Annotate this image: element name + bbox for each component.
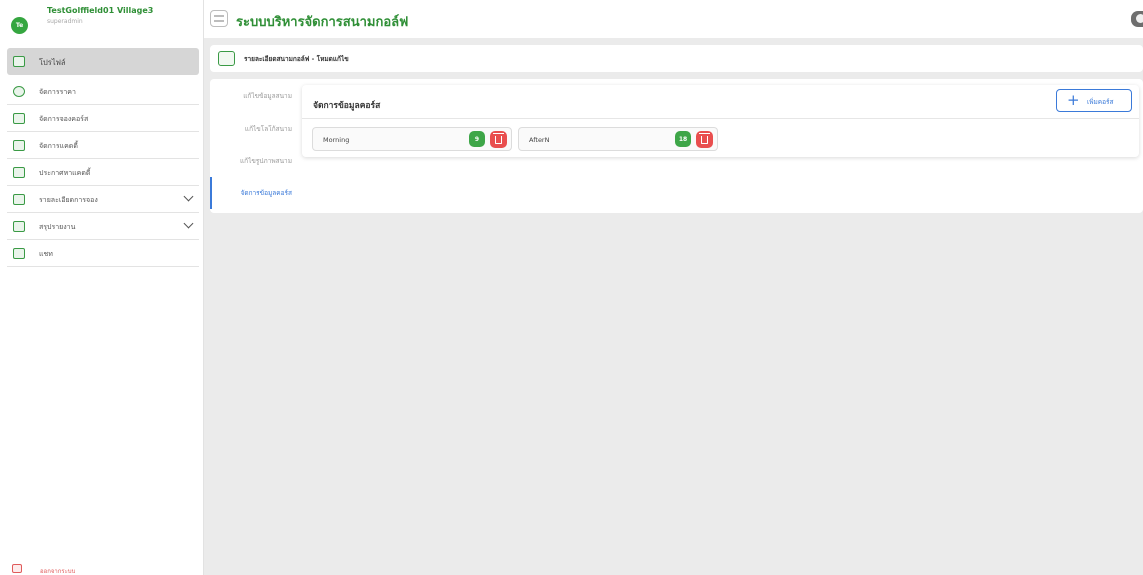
group-icon [13, 140, 25, 151]
user-name: TestGolffield01 Village3 [47, 6, 154, 15]
tab-course-data[interactable]: จัดการข้อมูลคอร์ส [210, 177, 300, 209]
sidebar-item-booking-details[interactable]: รายละเอียดการจอง [7, 186, 199, 213]
divider [302, 118, 1139, 119]
user-role: superadmin [47, 18, 83, 25]
delete-course-button[interactable] [490, 131, 507, 148]
course-count-badge[interactable]: 18 [675, 131, 691, 147]
sidebar-item-label: โปรไฟล์ [39, 58, 66, 67]
logout-icon [12, 564, 22, 573]
course-item[interactable]: AfterN 18 [518, 127, 718, 151]
plus-icon: + [1067, 91, 1080, 109]
delete-course-button[interactable] [696, 131, 713, 148]
tab-field-info[interactable]: แก้ไขข้อมูลสนาม [210, 91, 300, 105]
sidebar-item-label: จัดการจองคอร์ส [39, 115, 89, 123]
add-course-button[interactable]: + เพิ่มคอร์ส [1056, 89, 1132, 112]
sidebar-item-profile[interactable]: โปรไฟล์ [7, 48, 199, 75]
header: ระบบบริหารจัดการสนามกอล์ฟ [204, 0, 1143, 38]
app-title: ระบบบริหารจัดการสนามกอล์ฟ [236, 15, 409, 30]
chat-icon [13, 248, 25, 259]
menu-icon[interactable] [210, 10, 228, 27]
sidebar-item-label: จัดการแคดดี้ [39, 142, 78, 150]
dollar-icon [13, 86, 25, 97]
profile-card-icon [13, 56, 25, 67]
main-panel: แก้ไขข้อมูลสนาม แก้ไขโลโก้สนาม แก้ไขรูปภ… [210, 79, 1143, 213]
course-card: จัดการข้อมูลคอร์ส + เพิ่มคอร์ส Morning 9… [302, 85, 1139, 157]
sidebar-item-pricing[interactable]: จัดการราคา [7, 78, 199, 105]
megaphone-icon [13, 167, 25, 178]
sidebar-item-label: สรุปรายงาน [39, 223, 76, 231]
chevron-down-icon [183, 218, 194, 229]
page-title: รายละเอียดสนามกอล์ฟ - โหมดแก้ไข [244, 55, 349, 63]
trash-icon [493, 133, 504, 144]
course-item[interactable]: Morning 9 [312, 127, 512, 151]
profile-card-icon [218, 51, 235, 66]
sidebar-item-label: ประกาศหาแคดดี้ [39, 169, 91, 177]
user-block: Te TestGolffield01 Village3 superadmin [0, 0, 204, 44]
sidebar-item-caddy-announcement[interactable]: ประกาศหาแคดดี้ [7, 159, 199, 186]
avatar[interactable]: Te [11, 17, 28, 34]
report-icon [13, 221, 25, 232]
tab-field-logo[interactable]: แก้ไขโลโก้สนาม [210, 124, 300, 138]
breadcrumb: รายละเอียดสนามกอล์ฟ - โหมดแก้ไข [210, 45, 1143, 72]
course-name: Morning [323, 136, 350, 144]
sidebar-item-course-booking[interactable]: จัดการจองคอร์ส [7, 105, 199, 132]
chevron-down-icon [183, 191, 194, 202]
sidebar-item-label: แชท [39, 250, 53, 258]
sidebar-item-chat[interactable]: แชท [7, 240, 199, 267]
sidebar-item-label: จัดการราคา [39, 88, 76, 96]
sidebar-item-reports[interactable]: สรุปรายงาน [7, 213, 199, 240]
list-icon [13, 194, 25, 205]
tab-field-images[interactable]: แก้ไขรูปภาพสนาม [210, 156, 300, 170]
trash-icon [699, 133, 710, 144]
sidebar: Te TestGolffield01 Village3 superadmin โ… [0, 0, 204, 575]
course-name: AfterN [529, 136, 550, 144]
sidebar-item-caddy[interactable]: จัดการแคดดี้ [7, 132, 199, 159]
sidebar-item-label: รายละเอียดการจอง [39, 196, 98, 204]
chart-icon [13, 113, 25, 124]
card-title: จัดการข้อมูลคอร์ส [313, 101, 381, 111]
theme-toggle-icon[interactable] [1131, 11, 1143, 27]
add-course-label: เพิ่มคอร์ส [1087, 98, 1114, 106]
logout-label: ออกจากระบบ [40, 568, 76, 575]
course-count-badge[interactable]: 9 [469, 131, 485, 147]
